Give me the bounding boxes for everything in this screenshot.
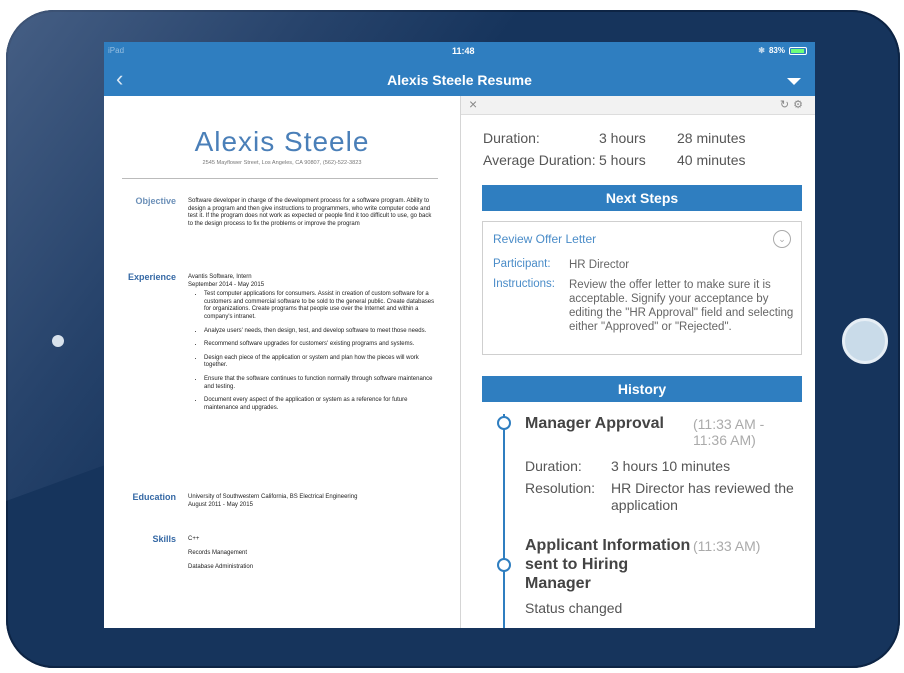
history-resolution-label: Resolution: (525, 480, 596, 496)
history-resolution-row: Resolution: HR Director has reviewed the… (525, 480, 794, 513)
carrier-label: iPad (108, 46, 125, 55)
experience-bullet: Ensure that the software continues to fu… (204, 376, 436, 391)
experience-bullet: Design each piece of the application or … (204, 355, 436, 370)
skill-item: C++ (188, 536, 200, 542)
resume-address: 2545 Mayflower Street, Los Angeles, CA 9… (202, 160, 362, 166)
experience-bullet: Test computer applications for consumers… (204, 291, 436, 321)
history-status: Status changed (525, 600, 623, 616)
chevron-down-icon[interactable]: ⌄ (773, 230, 791, 248)
instructions-value: Review the offer letter to make sure it … (569, 279, 794, 333)
duration-label: Duration: (483, 130, 540, 146)
average-duration-row: Average Duration: 5 hours 40 minutes (483, 152, 745, 168)
home-button[interactable] (842, 318, 888, 364)
status-time: 11:48 (452, 46, 475, 56)
history-timeline (503, 414, 505, 628)
history-duration-row: Duration: 3 hours 10 minutes (525, 458, 730, 475)
history-item-time: (11:33 AM) (693, 538, 761, 554)
next-steps-header: Next Steps (482, 185, 802, 211)
workflow-panel: × ↻⚙ Duration: 3 hours 28 minutes Averag… (461, 96, 815, 628)
history-duration-value: 3 hours 10 minutes (611, 458, 731, 474)
nav-bar: ‹ Alexis Steele Resume (104, 64, 815, 96)
step-title[interactable]: Review Offer Letter (493, 232, 596, 246)
education-label: Education (132, 492, 176, 502)
experience-list: Test computer applications for consumers… (188, 291, 436, 412)
duration-minutes: 28 minutes (677, 130, 746, 146)
instructions-label: Instructions: (493, 278, 555, 290)
history-item-time: (11:33 AM - 11:36 AM) (693, 416, 765, 448)
duration-hours: 3 hours (599, 130, 646, 146)
education-body: University of Southwestern California, B… (188, 494, 436, 509)
education-school: University of Southwestern California, B… (188, 494, 358, 500)
average-duration-label: Average Duration: (483, 152, 596, 168)
experience-dates: September 2014 - May 2015 (188, 281, 265, 288)
average-minutes: 40 minutes (677, 152, 746, 168)
participant-label: Participant: (493, 258, 551, 270)
close-icon[interactable]: × (469, 96, 477, 112)
resume-document: Alexis Steele 2545 Mayflower Street, Los… (104, 96, 461, 628)
skills-list: C++ Records Management Database Administ… (188, 532, 436, 574)
toolbar-icons: ↻⚙ (780, 98, 807, 111)
history-item-title[interactable]: Manager Approval (525, 414, 675, 433)
resume-name: Alexis Steele (194, 126, 370, 157)
next-step-card[interactable]: Review Offer Letter ⌄ Participant: HR Di… (482, 221, 802, 355)
skill-item: Database Administration (188, 564, 254, 570)
status-bar: iPad 11:48 ✱ 83% (104, 42, 815, 64)
refresh-icon[interactable]: ↻ (780, 99, 793, 111)
page-title: Alexis Steele Resume (387, 72, 532, 88)
bluetooth-icon: ✱ (758, 46, 765, 55)
screen: iPad 11:48 ✱ 83% ‹ Alexis Steele Resume … (104, 42, 815, 628)
objective-text: Software developer in charge of the deve… (188, 198, 432, 227)
history-header: History (482, 376, 802, 402)
education-dates: August 2011 - May 2015 (188, 501, 253, 508)
battery-status: ✱ 83% (758, 46, 807, 55)
objective-label: Objective (135, 196, 176, 206)
skills-label: Skills (152, 534, 176, 544)
panel-toolbar: × ↻⚙ (461, 96, 815, 115)
battery-percent: 83% (768, 46, 785, 55)
duration-row: Duration: 3 hours 28 minutes (483, 130, 745, 146)
experience-bullet: Recommend software upgrades for customer… (204, 341, 436, 349)
skill-item: Records Management (188, 550, 248, 556)
timeline-node (497, 558, 511, 572)
dropdown-triangle-icon[interactable] (787, 78, 801, 85)
battery-icon (789, 46, 807, 55)
gear-icon[interactable]: ⚙ (793, 99, 807, 111)
average-hours: 5 hours (599, 152, 646, 168)
divider (122, 178, 438, 179)
history-resolution-value: HR Director has reviewed the application (611, 480, 794, 513)
timeline-node (497, 416, 511, 430)
experience-bullet: Document every aspect of the application… (204, 397, 436, 412)
history-item-title[interactable]: Applicant Information sent to Hiring Man… (525, 536, 695, 593)
experience-body: Avantis Software, Intern September 2014 … (188, 274, 436, 418)
experience-bullet: Analyze users' needs, then design, test,… (204, 328, 436, 336)
experience-company: Avantis Software, Intern (188, 274, 252, 280)
history-duration-label: Duration: (525, 458, 582, 474)
experience-label: Experience (127, 272, 176, 282)
camera-icon (52, 335, 64, 347)
participant-value: HR Director (569, 259, 630, 271)
